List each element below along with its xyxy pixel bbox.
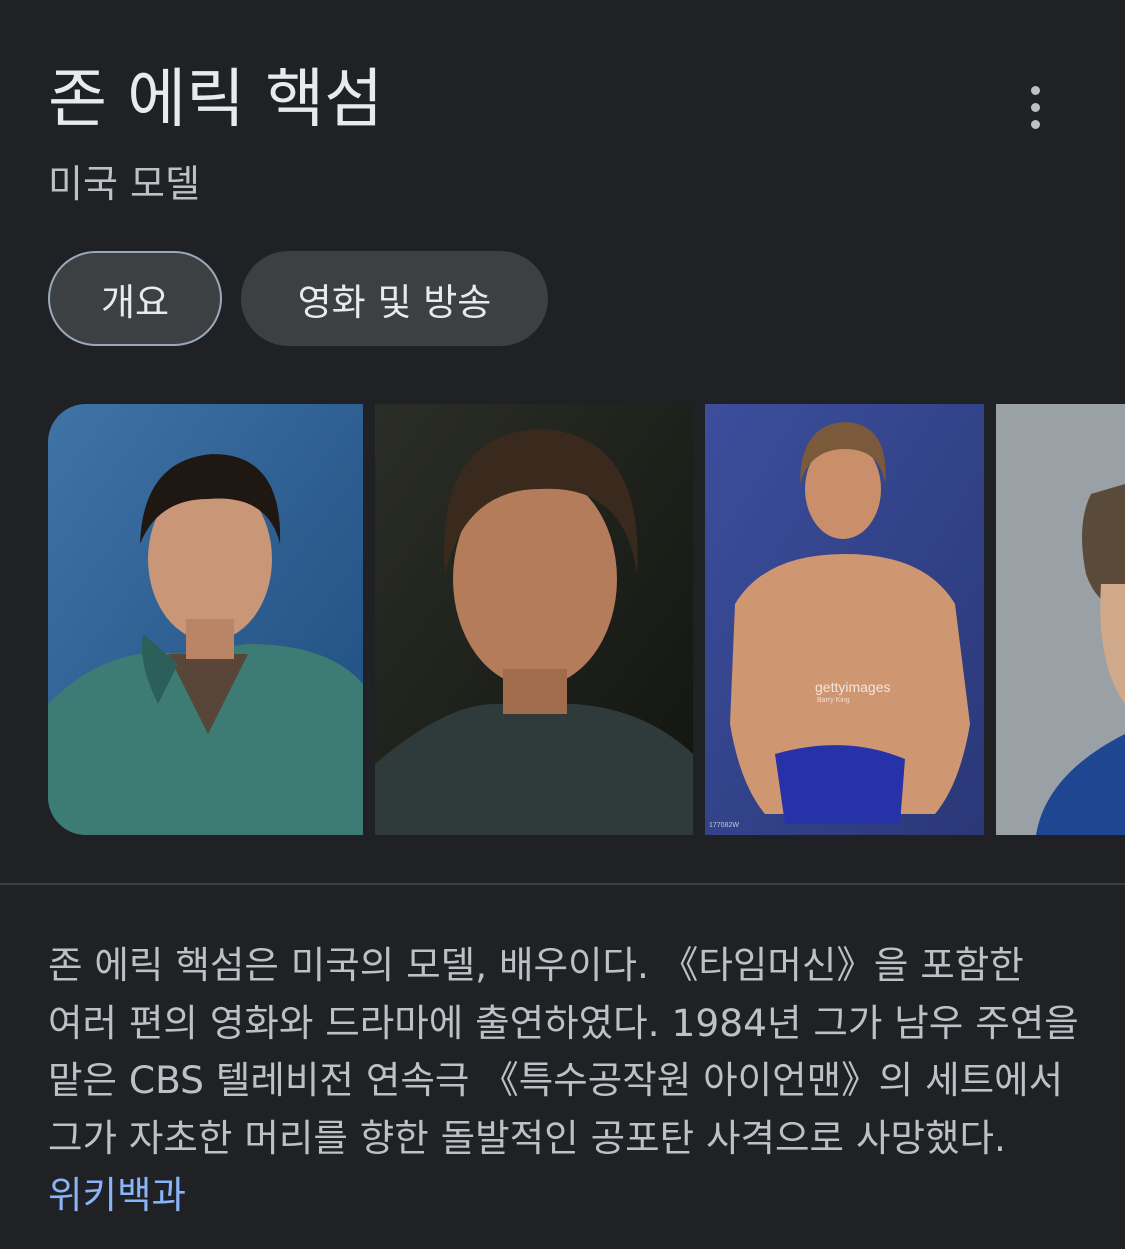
more-vert-icon-dot: [1030, 119, 1040, 129]
portrait-image: [705, 404, 984, 835]
portrait-image: [375, 404, 693, 835]
more-vert-icon-dot: [1030, 85, 1040, 95]
tab-film-and-broadcast[interactable]: 영화 및 방송: [241, 251, 548, 346]
more-vert-icon-dot: [1030, 102, 1040, 112]
photo-credit: Barry King: [817, 697, 850, 704]
image-thumbnail-3[interactable]: gettyimages Barry King 177082W: [705, 404, 984, 835]
portrait-image: [48, 404, 363, 835]
wikipedia-link[interactable]: 위키백과: [48, 1173, 186, 1217]
page-subtitle: 미국 모델: [48, 162, 200, 206]
description: 존 에릭 핵섬은 미국의 모델, 배우이다. 《타임머신》을 포함한 여러 편의…: [48, 937, 1088, 1225]
page-title: 존 에릭 핵섬: [48, 63, 384, 137]
image-thumbnail-1[interactable]: [48, 404, 363, 835]
photo-id: 177082W: [709, 822, 739, 829]
image-thumbnail-2[interactable]: [375, 404, 693, 835]
more-options-button[interactable]: [1010, 80, 1060, 134]
image-thumbnail-4[interactable]: [996, 404, 1125, 835]
watermark-text: gettyimages: [815, 679, 891, 695]
tab-overview[interactable]: 개요: [48, 251, 222, 346]
divider: [0, 883, 1125, 885]
description-text: 존 에릭 핵섬은 미국의 모델, 배우이다. 《타임머신》을 포함한 여러 편의…: [48, 943, 1079, 1160]
portrait-image: [996, 404, 1125, 835]
